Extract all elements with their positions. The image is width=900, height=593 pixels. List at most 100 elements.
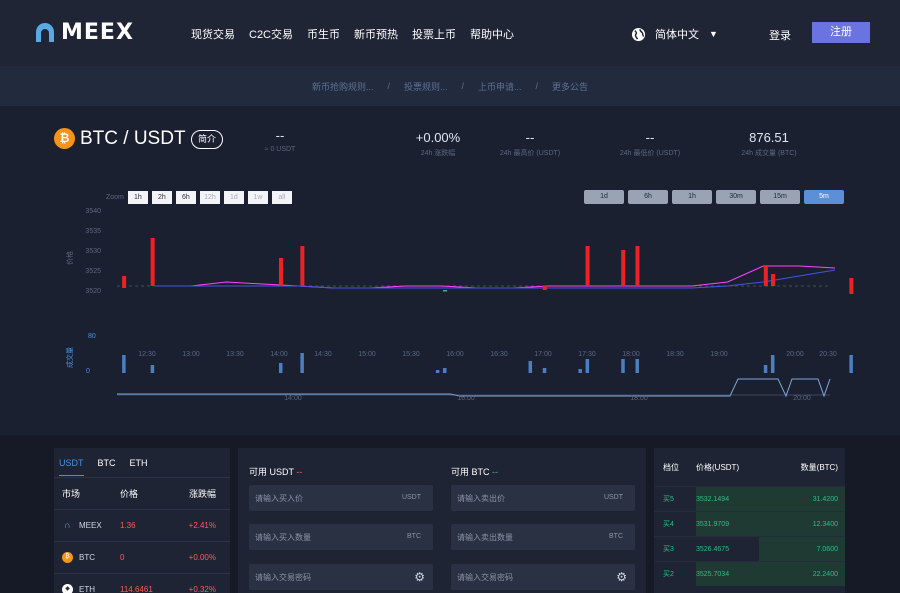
nav-item-new-coin[interactable]: 新币预热 (354, 26, 398, 42)
intro-button[interactable]: 简介 (191, 130, 223, 149)
market-list: USDT BTC ETH 市场 价格 涨跌幅 ∩ MEEX 1.36 +2.41%… (54, 448, 230, 593)
login-link[interactable]: 登录 (769, 27, 791, 43)
sell-price-placeholder: 请输入卖出价 (457, 494, 505, 503)
sell-price-field[interactable]: 请输入卖出价 USDT (451, 485, 635, 511)
announcement-bar: 新币抢购规则... / 投票规则... / 上币申请... / 更多公告 (0, 66, 900, 106)
notice-link[interactable]: 投票规则... (404, 80, 448, 93)
sell-amount-placeholder: 请输入卖出数量 (457, 533, 513, 542)
market-price: 114.6461 (120, 585, 153, 593)
nav-item-coin-earn[interactable]: 币生币 (307, 26, 340, 42)
order-book-row[interactable]: 买5 3532.1494 31.4200 (654, 486, 845, 511)
nav-item-help[interactable]: 帮助中心 (470, 26, 514, 42)
candle (763, 266, 768, 286)
sell-price-unit: USDT (603, 494, 623, 501)
sell-amount-unit: BTC (609, 533, 623, 540)
volume-axis-label: 成交量 (65, 347, 74, 368)
tab-btc[interactable]: BTC (98, 458, 116, 468)
market-row[interactable]: ◆ ETH 114.6461 +0.32% (54, 574, 230, 593)
separator: / (461, 81, 464, 91)
volume-bar (435, 370, 440, 373)
candle (585, 246, 590, 286)
sell-password-field[interactable]: 请输入交易密码 ⚙ (451, 564, 635, 590)
bitcoin-icon: ₿ (62, 552, 73, 563)
x-tick-label: 16:30 (490, 351, 508, 358)
volume-bar (621, 359, 625, 373)
sell-available-value: -- (492, 467, 499, 477)
change-value: +0.00% (415, 130, 461, 145)
volume-bar (442, 368, 447, 373)
candle (122, 276, 127, 288)
brand-name: MEEX (61, 20, 134, 45)
x-tick-label: 18:00 (622, 351, 640, 358)
notice-link[interactable]: 新币抢购规则... (312, 80, 374, 93)
header-market: 市场 (62, 489, 81, 499)
volume-bar (763, 365, 768, 373)
x-tick-label: 17:00 (534, 351, 552, 358)
logo[interactable]: MEEX (34, 20, 134, 45)
tab-eth[interactable]: ETH (130, 458, 148, 468)
buy-password-placeholder: 请输入交易密码 (255, 573, 311, 582)
header-price: 价格(USDT) (696, 462, 740, 472)
market-change: +2.41% (188, 521, 216, 530)
market-row[interactable]: ∩ MEEX 1.36 +2.41% (54, 510, 230, 542)
market-row[interactable]: ₿ BTC 0 +0.00% (54, 542, 230, 574)
order-book-row[interactable]: 买3 3526.4675 7.0600 (654, 536, 845, 561)
candle (849, 278, 854, 294)
globe-icon (631, 27, 646, 41)
nav-item-spot[interactable]: 现货交易 (191, 26, 235, 42)
language-selector[interactable]: 简体中文 ▼ (631, 26, 718, 42)
volume-bar (278, 363, 283, 373)
volume-value: 876.51 (749, 130, 789, 145)
ethereum-icon: ◆ (62, 584, 73, 593)
high-label: 24h 最高价 (USDT) (499, 150, 561, 157)
buy-amount-unit: BTC (407, 533, 421, 540)
volume-bar (300, 353, 304, 373)
market-tabs: USDT BTC ETH (54, 448, 230, 478)
order-level: 买4 (663, 521, 674, 528)
navigator-tick-label: 18:00 (630, 395, 648, 402)
x-tick-label: 17:30 (578, 351, 596, 358)
candle (442, 290, 447, 292)
price-axis-label: 价格 (65, 251, 74, 265)
meex-icon: ∩ (64, 520, 71, 530)
order-book-row[interactable]: 买4 3531.9709 12.3400 (654, 511, 845, 536)
notice-link[interactable]: 上币申请... (478, 80, 522, 93)
order-quantity: 7.0600 (816, 545, 838, 553)
caret-down-icon: ▼ (709, 29, 718, 39)
register-button[interactable]: 注册 (812, 22, 870, 43)
order-price: 3526.4675 (696, 545, 730, 553)
volume-bar (770, 355, 775, 373)
order-level: 买3 (663, 546, 674, 553)
header-quantity: 数量(BTC) (800, 462, 838, 472)
volume-bar (635, 359, 639, 373)
candle (300, 246, 305, 286)
x-tick-label: 20:30 (819, 351, 837, 358)
x-tick-label: 13:30 (226, 351, 244, 358)
trade-form: 可用 USDT -- 请输入买入价 USDT 请输入买入数量 BTC 请输入交易… (238, 448, 646, 593)
order-price: 3532.1494 (696, 495, 730, 503)
x-tick-label: 16:00 (446, 351, 464, 358)
nav-item-vote[interactable]: 投票上币 (412, 26, 456, 42)
order-book-row[interactable]: 买2 3525.7034 22.2400 (654, 561, 845, 586)
more-notices-link[interactable]: 更多公告 (552, 80, 588, 93)
gear-icon[interactable]: ⚙ (616, 570, 627, 584)
buy-amount-field[interactable]: 请输入买入数量 BTC (249, 524, 433, 550)
y-tick-label: 3540 (85, 208, 101, 215)
bitcoin-icon: ₿ (54, 128, 75, 149)
tab-usdt[interactable]: USDT (59, 458, 84, 476)
price-chart[interactable]: 3540 3535 3530 3525 3520 价格成交量 80 0 12:30 13:00 13… (0, 180, 900, 410)
buy-available-label: 可用 USDT (249, 467, 294, 477)
low-value: -- (645, 130, 655, 145)
nav-item-c2c[interactable]: C2C交易 (249, 26, 293, 42)
volume-tick-label: 80 (88, 333, 96, 340)
low-stat: -- 24h 最低价 (USDT) (608, 130, 692, 158)
x-tick-label: 18:30 (666, 351, 684, 358)
buy-price-field[interactable]: 请输入买入价 USDT (249, 485, 433, 511)
separator: / (535, 81, 539, 91)
buy-password-field[interactable]: 请输入交易密码 ⚙ (249, 564, 433, 590)
gear-icon[interactable]: ⚙ (414, 570, 425, 584)
volume-bar (528, 361, 533, 373)
sell-amount-field[interactable]: 请输入卖出数量 BTC (451, 524, 635, 550)
change-label: 24h 涨跌幅 (420, 150, 456, 157)
candle (635, 246, 640, 286)
